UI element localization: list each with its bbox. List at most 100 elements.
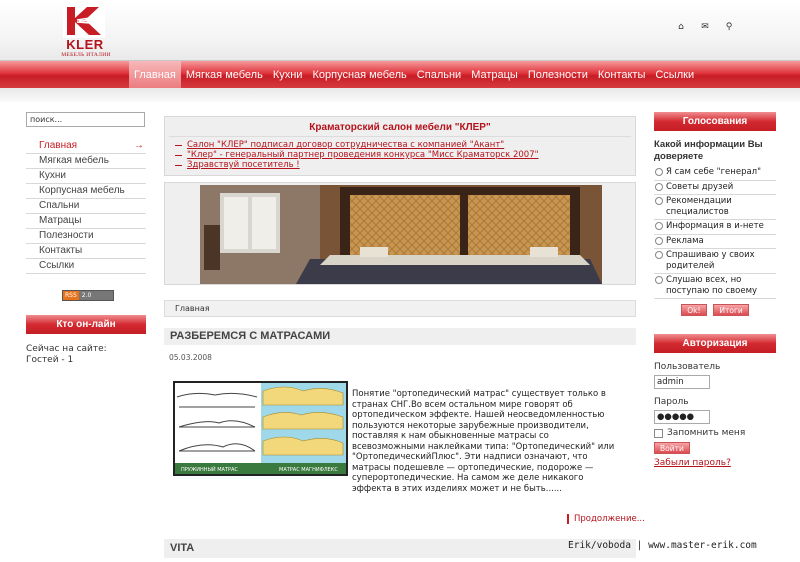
poll-option[interactable]: Рекомендации специалистов bbox=[654, 195, 776, 220]
poll-option[interactable]: Я сам себе "генерал" bbox=[654, 166, 776, 181]
nav-item-soft-furniture[interactable]: Мягкая мебель bbox=[181, 61, 268, 89]
bedroom-photo bbox=[200, 185, 602, 284]
who-online-module: Кто он-лайн Сейчас на сайте: Гостей - 1 bbox=[26, 315, 146, 366]
radio-icon[interactable] bbox=[655, 276, 663, 284]
who-online-title: Кто он-лайн bbox=[26, 315, 146, 334]
side-menu-item-useful[interactable]: Полезности bbox=[26, 229, 146, 244]
search-input[interactable] bbox=[26, 112, 145, 127]
side-menu-item-contacts[interactable]: Контакты bbox=[26, 244, 146, 259]
login-button[interactable]: Войти bbox=[654, 442, 690, 454]
news-title: Краматорский салон мебели "КЛЕР" bbox=[169, 122, 631, 137]
poll-option[interactable]: Советы друзей bbox=[654, 181, 776, 195]
username-label: Пользователь bbox=[654, 362, 721, 372]
breadcrumb[interactable]: Главная bbox=[164, 300, 636, 317]
read-more-link[interactable]: Продолжение... bbox=[567, 514, 645, 524]
poll-buttons: Ok! Итоги bbox=[654, 304, 776, 316]
side-menu-item-mattresses[interactable]: Матрацы bbox=[26, 214, 146, 229]
home-icon[interactable]: ⌂ bbox=[676, 22, 686, 32]
search-icon[interactable]: ⚲ bbox=[724, 22, 734, 32]
mattress-diagram: ПРУЖИННЫЙ МАТРАС МАТРАС МАГНИФЛЕКС bbox=[175, 383, 346, 474]
vote-button[interactable]: Ok! bbox=[681, 304, 707, 316]
who-online-text: Сейчас на сайте: Гостей - 1 bbox=[26, 344, 146, 366]
forgot-password-link[interactable]: Забыли пароль? bbox=[654, 458, 776, 468]
side-menu-item-home[interactable]: Главная → bbox=[26, 139, 146, 154]
guests-count: Гостей - 1 bbox=[26, 355, 74, 365]
side-menu-item-cabinet-furniture[interactable]: Корпусная мебель bbox=[26, 184, 146, 199]
poll-option-label: Советы друзей bbox=[666, 181, 734, 192]
poll-option[interactable]: Спрашиваю у своих родителей bbox=[654, 249, 776, 274]
next-article-title[interactable]: VITA bbox=[164, 539, 636, 558]
article-date: 05.03.2008 bbox=[169, 353, 212, 362]
top-icons: ⌂ ✉ ⚲ bbox=[676, 22, 734, 36]
poll-option-label: Я сам себе "генерал" bbox=[666, 167, 762, 177]
side-menu-item-kitchens[interactable]: Кухни bbox=[26, 169, 146, 184]
arrow-right-icon: → bbox=[134, 140, 144, 151]
image-caption-right: МАТРАС МАГНИФЛЕКС bbox=[279, 467, 338, 473]
remember-label: Запомнить меня bbox=[667, 428, 746, 438]
rss-badge[interactable]: RSS 2.0 bbox=[62, 290, 114, 301]
online-label: Сейчас на сайте: bbox=[26, 344, 107, 354]
side-menu-item-soft-furniture[interactable]: Мягкая мебель bbox=[26, 154, 146, 169]
radio-icon[interactable] bbox=[655, 168, 663, 176]
main-content: Краматорский салон мебели "КЛЕР" Салон "… bbox=[164, 116, 645, 558]
nav-item-mattresses[interactable]: Матрацы bbox=[466, 61, 523, 89]
news-list: Салон "КЛЕР" подписал договор сотрудниче… bbox=[175, 140, 635, 170]
nav-item-useful[interactable]: Полезности bbox=[523, 61, 593, 89]
password-label: Пароль bbox=[654, 397, 689, 407]
poll-option[interactable]: Информация в и-нете bbox=[654, 220, 776, 235]
page-header: KLER МЕБЕЛЬ ИТАЛИИ ⌂ ✉ ⚲ bbox=[0, 0, 800, 60]
remember-checkbox[interactable] bbox=[654, 428, 663, 438]
bedroom-image bbox=[200, 185, 602, 284]
article-title[interactable]: РАЗБЕРЕМСЯ С МАТРАСАМИ bbox=[164, 328, 636, 345]
radio-icon[interactable] bbox=[655, 236, 663, 245]
image-caption-left: ПРУЖИННЫЙ МАТРАС bbox=[181, 466, 238, 473]
radio-icon[interactable] bbox=[655, 182, 663, 191]
main-nav: Главная Мягкая мебель Кухни Корпусная ме… bbox=[129, 61, 699, 89]
news-link[interactable]: "Клер" - генеральный партнер проведения … bbox=[175, 150, 635, 160]
banner-box bbox=[164, 182, 636, 285]
poll-option-label: Рекомендации специалистов bbox=[666, 196, 732, 217]
nav-item-links[interactable]: Ссылки bbox=[650, 61, 699, 89]
password-input[interactable] bbox=[654, 410, 710, 424]
radio-icon[interactable] bbox=[655, 251, 663, 259]
left-column: Главная → Мягкая мебель Кухни Корпусная м… bbox=[26, 112, 146, 301]
poll-option-label: Информация в и-нете bbox=[666, 221, 764, 231]
nav-subbar bbox=[0, 88, 800, 102]
site-logo[interactable]: KLER МЕБЕЛЬ ИТАЛИИ bbox=[60, 4, 110, 58]
remember-me[interactable]: Запомнить меня bbox=[654, 428, 776, 438]
rss-version: 2.0 bbox=[81, 292, 92, 299]
results-button[interactable]: Итоги bbox=[713, 304, 749, 316]
news-link[interactable]: Здравствуй посетитель ! bbox=[175, 160, 635, 170]
poll-options: Я сам себе "генерал" Советы друзей Реком… bbox=[654, 166, 776, 299]
radio-icon[interactable] bbox=[655, 197, 663, 205]
nav-item-cabinet-furniture[interactable]: Корпусная мебель bbox=[307, 61, 411, 89]
poll-option-label: Реклама bbox=[666, 235, 704, 246]
poll-option-label: Слушаю всех, но поступаю по своему bbox=[666, 275, 758, 296]
kler-logo-icon bbox=[63, 4, 105, 38]
side-menu-label: Главная bbox=[39, 140, 78, 151]
radio-icon[interactable] bbox=[655, 222, 663, 230]
login-title: Авторизация bbox=[654, 334, 776, 353]
nav-item-bedrooms[interactable]: Спальни bbox=[412, 61, 466, 89]
login-module: Авторизация Пользователь Пароль Запомнит… bbox=[654, 334, 776, 468]
nav-item-kitchens[interactable]: Кухни bbox=[268, 61, 308, 89]
poll-module: Голосования Какой информации Вы доверяет… bbox=[654, 112, 776, 316]
news-box: Краматорский салон мебели "КЛЕР" Салон "… bbox=[164, 116, 636, 176]
nav-item-contacts[interactable]: Контакты bbox=[593, 61, 651, 89]
logo-text: KLER bbox=[66, 37, 104, 52]
nav-item-home[interactable]: Главная bbox=[129, 61, 181, 89]
poll-title: Голосования bbox=[654, 112, 776, 131]
mattress-comparison-image: ПРУЖИННЫЙ МАТРАС МАТРАС МАГНИФЛЕКС bbox=[173, 381, 348, 476]
username-input[interactable] bbox=[654, 375, 710, 389]
main-navbar: Главная Мягкая мебель Кухни Корпусная ме… bbox=[0, 60, 800, 89]
poll-option-label: Спрашиваю у своих родителей bbox=[666, 250, 755, 271]
side-menu: Главная → Мягкая мебель Кухни Корпусная м… bbox=[26, 139, 146, 274]
rss-label: RSS bbox=[63, 291, 79, 300]
side-menu-item-links[interactable]: Ссылки bbox=[26, 259, 146, 274]
poll-option[interactable]: Реклама bbox=[654, 235, 776, 249]
news-link[interactable]: Салон "КЛЕР" подписал договор сотрудниче… bbox=[175, 140, 635, 150]
logo-subtitle: МЕБЕЛЬ ИТАЛИИ bbox=[61, 52, 111, 58]
poll-option[interactable]: Слушаю всех, но поступаю по своему bbox=[654, 274, 776, 299]
mail-icon[interactable]: ✉ bbox=[700, 22, 710, 32]
side-menu-item-bedrooms[interactable]: Спальни bbox=[26, 199, 146, 214]
